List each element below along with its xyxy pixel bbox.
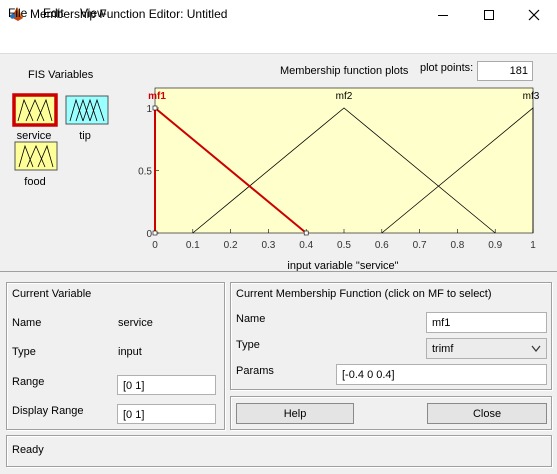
mf-type-select[interactable]: trimf (426, 338, 547, 359)
x-tick-label: 1 (530, 240, 536, 251)
range-input[interactable]: [0 1] (117, 375, 216, 395)
y-tick-label: 0 (146, 229, 152, 240)
display-range-label: Display Range (12, 405, 84, 417)
x-tick-label: 0.7 (413, 240, 427, 251)
mf-label-mf2[interactable]: mf2 (336, 91, 353, 102)
x-tick-label: 0.2 (224, 240, 238, 251)
display-range-input[interactable]: [0 1] (117, 404, 216, 424)
x-tick-label: 0.3 (261, 240, 275, 251)
status-text: Ready (12, 444, 44, 456)
mf-vertex-handle[interactable] (152, 105, 158, 111)
help-button[interactable]: Help (236, 403, 354, 424)
section-divider (0, 271, 557, 272)
mf-vertex-handle[interactable] (303, 230, 309, 236)
current-variable-heading: Current Variable (12, 288, 92, 300)
y-tick-label: 1 (146, 104, 152, 115)
x-tick-label: 0.5 (337, 240, 351, 251)
mf-label-mf3[interactable]: mf3 (523, 91, 540, 102)
x-tick-label: 0 (152, 240, 158, 251)
mf-name-label: Name (236, 313, 266, 325)
x-tick-label: 0.9 (488, 240, 502, 251)
mf-params-input[interactable]: [-0.4 0 0.4] (336, 364, 547, 385)
variable-name-value: service (118, 317, 153, 329)
mf-type-value: trimf (432, 343, 454, 355)
mf-vertex-handle[interactable] (152, 230, 158, 236)
chevron-down-icon (531, 345, 541, 352)
range-label: Range (12, 376, 45, 388)
x-tick-label: 0.8 (450, 240, 464, 251)
x-tick-label: 0.1 (186, 240, 200, 251)
x-tick-label: 0.4 (299, 240, 313, 251)
current-mf-heading: Current Membership Function (click on MF… (236, 288, 492, 300)
close-button[interactable]: Close (427, 403, 547, 424)
variable-name-label: Name (12, 317, 42, 329)
plot-area (155, 88, 533, 233)
status-panel (6, 435, 552, 467)
variable-type-value: input (118, 346, 142, 358)
membership-function-plot[interactable]: 0 0.1 0.2 0.3 0.4 0.5 0.6 0.7 0.8 0.9 1 0 0.5 1 mf2 mf3… (0, 0, 557, 272)
variable-type-label: Type (12, 346, 36, 358)
mf-type-label: Type (236, 339, 260, 351)
mf-name-input[interactable]: mf1 (426, 312, 547, 333)
mf-label-mf1[interactable]: mf1 (148, 91, 166, 102)
x-tick-label: 0.6 (375, 240, 389, 251)
y-tick-label: 0.5 (138, 167, 152, 178)
mf-params-label: Params (236, 365, 274, 377)
